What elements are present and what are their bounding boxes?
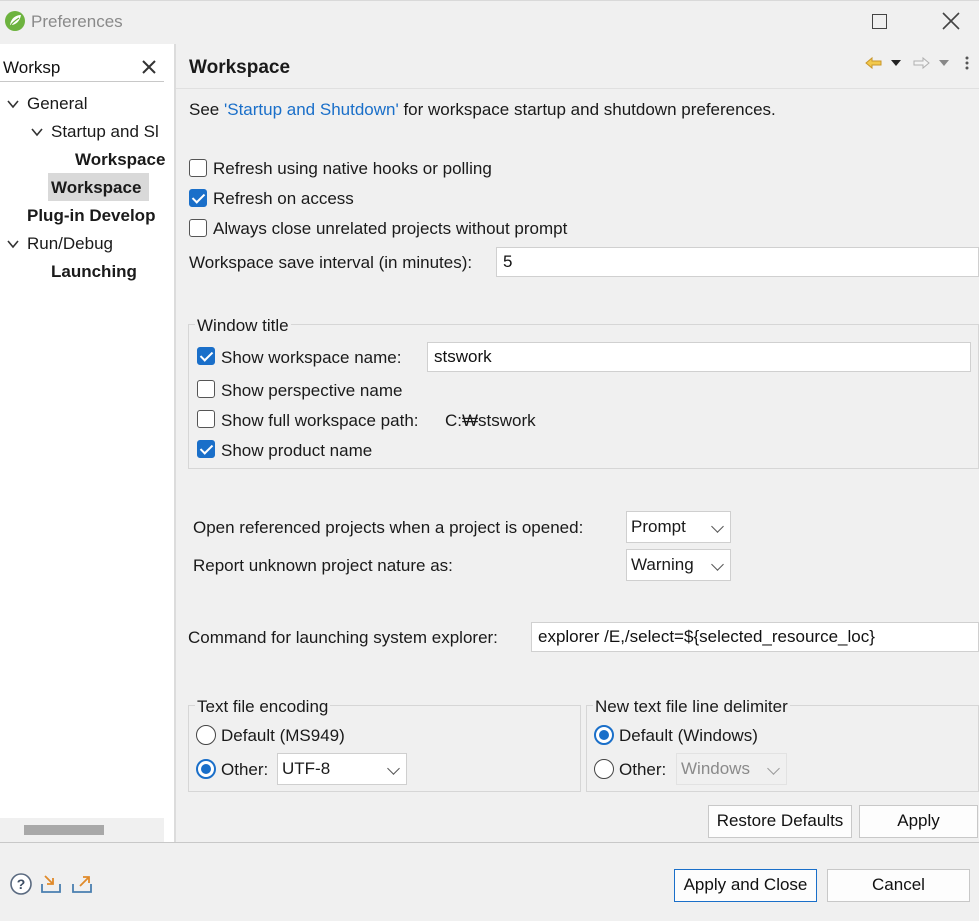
help-icon[interactable]: ? [9,872,33,896]
report-unknown-select[interactable]: Warning [626,549,731,581]
delimiter-default-label[interactable]: Default (Windows) [619,726,758,746]
text-encoding-group-title: Text file encoding [195,697,331,717]
open-referenced-label: Open referenced projects when a project … [193,518,584,537]
tree-item-workspaces[interactable]: Workspace [75,147,165,173]
svg-text:?: ? [17,876,26,892]
startup-shutdown-link[interactable]: 'Startup and Shutdown' [224,100,399,119]
scrollbar-thumb[interactable] [24,825,104,835]
encoding-other-label[interactable]: Other: [221,760,268,780]
tree-item-plugin-development[interactable]: Plug-in Develop [27,203,165,229]
always-close-label[interactable]: Always close unrelated projects without … [213,219,567,239]
refresh-native-checkbox[interactable] [189,159,207,177]
show-product-name-label[interactable]: Show product name [221,441,372,461]
tree-item-workspace[interactable]: Workspace [51,175,149,201]
always-close-checkbox[interactable] [189,219,207,237]
window-title-group-title: Window title [195,316,291,336]
back-menu-dropdown-icon[interactable] [889,57,903,69]
delimiter-value: Windows [681,759,750,778]
chevron-down-icon [387,762,400,775]
full-workspace-path-value: C:₩stswork [445,411,536,430]
encoding-value: UTF-8 [282,759,331,778]
explorer-command-label: Command for launching system explorer: [188,628,498,647]
chevron-down-icon[interactable] [6,97,20,111]
show-product-name-checkbox[interactable] [197,440,215,458]
explorer-command-input[interactable] [531,622,979,652]
save-interval-input[interactable] [496,247,979,277]
workspace-name-input[interactable] [427,342,971,372]
tree-item-launching[interactable]: Launching [51,259,161,285]
description-suffix: for workspace startup and shutdown prefe… [398,100,776,119]
save-interval-label: Workspace save interval (in minutes): [189,253,473,272]
maximize-button[interactable] [872,14,887,29]
chevron-down-icon [767,762,780,775]
export-icon[interactable] [70,872,94,896]
page-title: Workspace [189,57,291,78]
refresh-on-access-label[interactable]: Refresh on access [213,189,354,209]
show-perspective-name-label[interactable]: Show perspective name [221,381,402,401]
show-full-path-label[interactable]: Show full workspace path: [221,411,419,431]
show-workspace-name-label[interactable]: Show workspace name: [221,348,401,368]
spring-leaf-icon [5,11,25,31]
chevron-down-icon [711,558,724,571]
tree-item-run-debug[interactable]: Run/Debug [27,231,167,257]
show-workspace-name-checkbox[interactable] [197,347,215,365]
tree-item-startup-shutdown[interactable]: Startup and Sl [51,119,165,145]
header-divider [176,88,979,89]
chevron-down-icon [711,520,724,533]
more-options-icon[interactable] [962,55,972,71]
delimiter-other-radio[interactable] [594,759,614,779]
clear-filter-icon[interactable] [140,58,158,76]
panel-splitter[interactable] [174,44,176,842]
description-prefix: See [189,100,224,119]
footer-divider [0,842,979,843]
refresh-on-access-checkbox[interactable] [189,189,207,207]
encoding-default-label[interactable]: Default (MS949) [221,726,345,746]
title-bar [0,0,979,44]
delimiter-select: Windows [676,753,787,785]
report-unknown-label: Report unknown project nature as: [193,556,453,575]
forward-menu-dropdown-icon[interactable] [937,57,951,69]
back-arrow-icon[interactable] [865,56,883,70]
open-referenced-select[interactable]: Prompt [626,511,731,543]
chevron-down-icon[interactable] [30,125,44,139]
tree-item-general[interactable]: General [27,91,172,117]
show-full-path-checkbox[interactable] [197,410,215,428]
page-description: See 'Startup and Shutdown' for workspace… [189,100,776,120]
encoding-default-radio[interactable] [196,725,216,745]
show-perspective-name-checkbox[interactable] [197,380,215,398]
import-icon[interactable] [39,872,63,896]
cancel-button[interactable]: Cancel [827,869,970,902]
forward-arrow-icon[interactable] [912,56,930,70]
apply-and-close-button[interactable]: Apply and Close [674,869,817,902]
encoding-select[interactable]: UTF-8 [277,753,407,785]
delimiter-other-label[interactable]: Other: [619,760,666,780]
delimiter-default-radio[interactable] [594,725,614,745]
apply-button[interactable]: Apply [859,805,978,838]
report-unknown-value: Warning [631,555,694,574]
close-window-button[interactable] [940,10,962,32]
refresh-native-label[interactable]: Refresh using native hooks or polling [213,159,492,179]
restore-defaults-button[interactable]: Restore Defaults [708,805,852,838]
line-delimiter-group-title: New text file line delimiter [593,697,790,717]
chevron-down-icon[interactable] [6,237,20,251]
window-title: Preferences [31,12,123,31]
encoding-other-radio[interactable] [196,759,216,779]
open-referenced-value: Prompt [631,517,686,536]
